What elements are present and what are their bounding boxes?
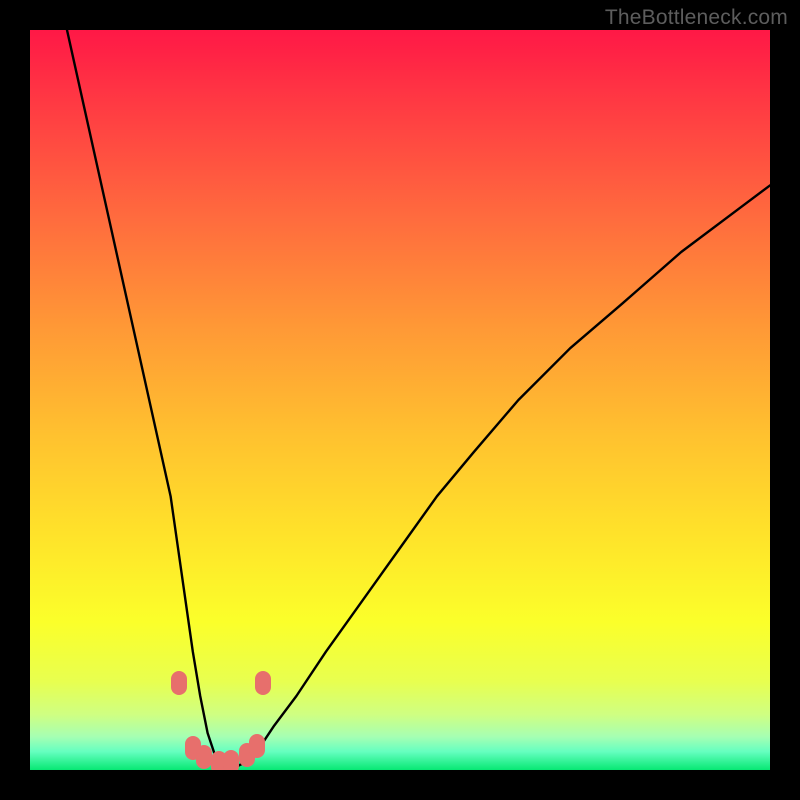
data-marker <box>249 734 265 758</box>
watermark-text: TheBottleneck.com <box>605 6 788 30</box>
data-marker <box>196 745 212 769</box>
markers-layer <box>30 30 770 770</box>
data-marker <box>255 671 271 695</box>
plot-area <box>30 30 770 770</box>
data-marker <box>223 750 239 770</box>
data-marker <box>171 671 187 695</box>
chart-frame: TheBottleneck.com <box>0 0 800 800</box>
